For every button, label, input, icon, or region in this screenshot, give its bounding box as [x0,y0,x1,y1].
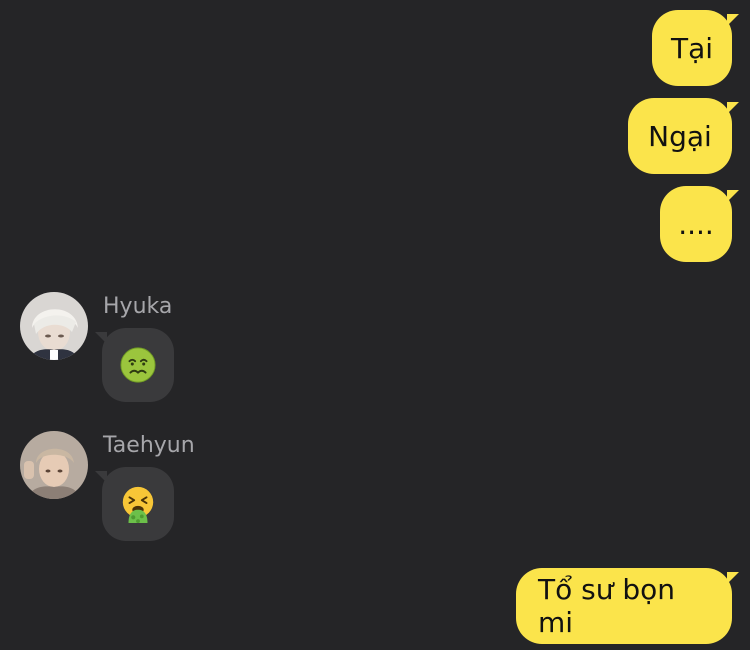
chat-thread: Tại Ngại .... Hyuka Taehyun Tổ sư bọn mi [0,0,750,650]
bubble-tail [727,14,739,26]
message-text: Tổ sư bọn mi [538,573,676,639]
sender-name: Hyuka [103,294,173,319]
nauseated-face-icon [120,347,156,383]
sender-name: Taehyun [103,433,195,458]
outgoing-message[interactable]: Tổ sư bọn mi [516,568,739,644]
face-vomiting-icon [122,486,154,523]
message-text: Tại [670,31,714,65]
incoming-message[interactable] [95,467,174,541]
outgoing-message[interactable]: .... [660,186,739,262]
message-text: Ngại [648,119,712,153]
avatar-photo [20,431,88,499]
avatar[interactable] [20,431,88,499]
avatar-photo [20,292,88,360]
bubble-tail [727,102,739,114]
bubble-tail [727,572,739,584]
message-text: .... [678,207,714,241]
bubble-tail [95,332,107,344]
outgoing-message[interactable]: Ngại [628,98,739,174]
bubble-tail [95,471,107,483]
avatar[interactable] [20,292,88,360]
outgoing-message[interactable]: Tại [652,10,739,86]
bubble-tail [727,190,739,202]
incoming-message[interactable] [95,328,174,402]
